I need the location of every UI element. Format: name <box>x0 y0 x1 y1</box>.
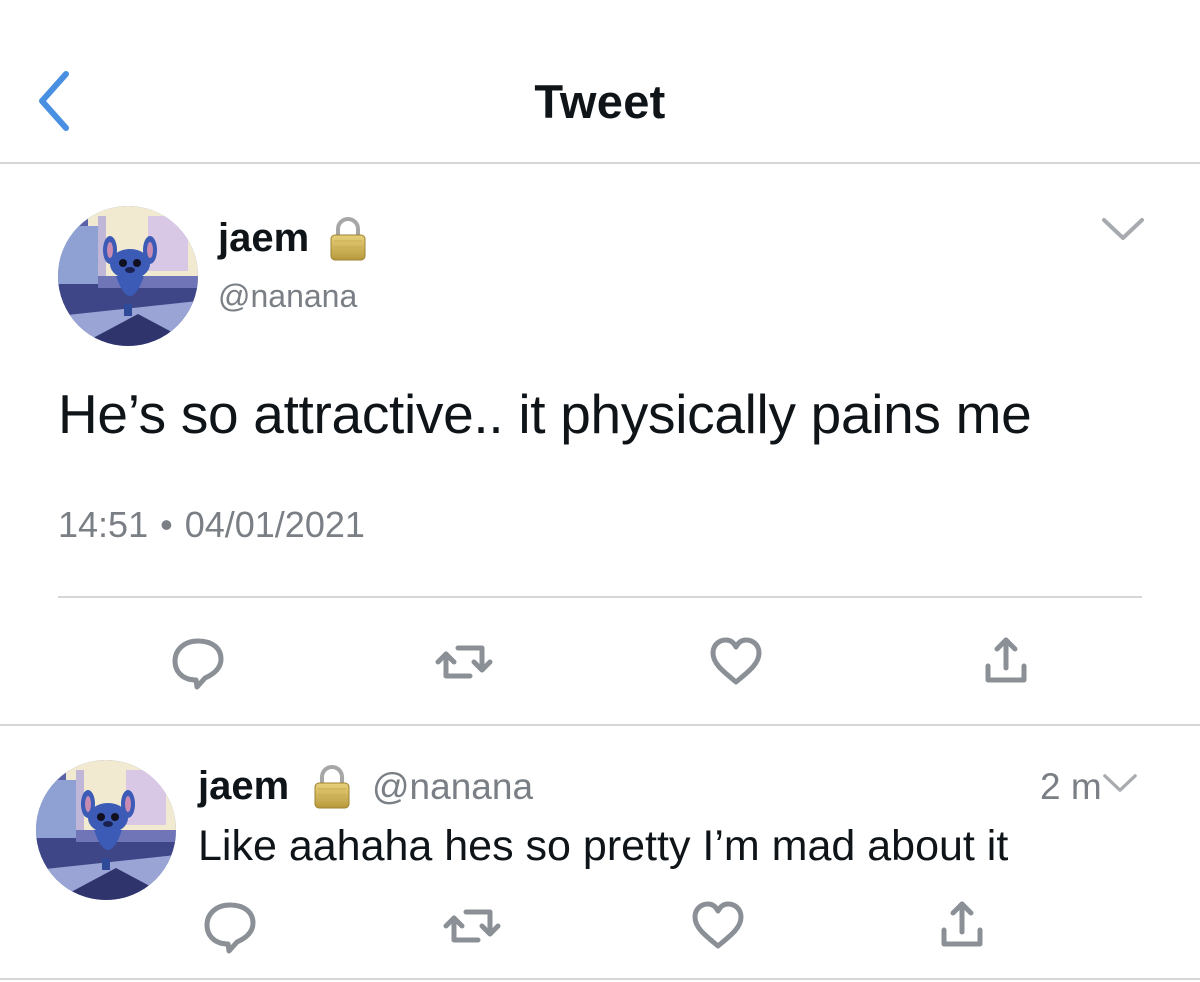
reply-icon[interactable] <box>200 896 260 956</box>
lock-icon <box>312 762 352 810</box>
reply-icon[interactable] <box>168 632 228 692</box>
bottom-divider <box>0 978 1200 980</box>
tweet-divider <box>58 596 1142 598</box>
header-divider <box>0 162 1200 164</box>
page-title: Tweet <box>534 75 666 128</box>
author-display-name[interactable]: jaem <box>218 216 309 261</box>
retweet-icon[interactable] <box>434 632 494 692</box>
chevron-down-icon[interactable] <box>1100 770 1140 796</box>
meta-separator: • <box>160 504 173 545</box>
tweet-text: He’s so attractive.. it physically pains… <box>58 383 1032 445</box>
avatar[interactable] <box>58 206 198 346</box>
retweet-icon[interactable] <box>442 896 502 956</box>
share-icon[interactable] <box>976 632 1036 692</box>
avatar-image <box>58 206 198 346</box>
tweet-timestamp: 14:51 • 04/01/2021 <box>58 504 365 546</box>
top-nav-bar: Tweet <box>0 0 1200 164</box>
chevron-down-icon[interactable] <box>1098 214 1148 244</box>
share-icon[interactable] <box>932 896 992 956</box>
avatar-image <box>36 760 176 900</box>
lock-icon <box>328 214 368 262</box>
reply-text: Like aahaha hes so pretty I’m mad about … <box>198 822 1009 870</box>
section-divider <box>0 724 1200 726</box>
reply-author-display-name[interactable]: jaem <box>198 764 289 809</box>
author-handle[interactable]: @nanana <box>218 278 357 315</box>
reply-author-handle[interactable]: @nanana <box>372 766 533 808</box>
reply-relative-time: 2 m <box>1040 766 1102 807</box>
like-icon[interactable] <box>706 632 766 692</box>
reply-avatar[interactable] <box>36 760 176 900</box>
tweet-time: 14:51 <box>58 504 149 545</box>
tweet-date: 04/01/2021 <box>184 504 365 545</box>
like-icon[interactable] <box>688 896 748 956</box>
